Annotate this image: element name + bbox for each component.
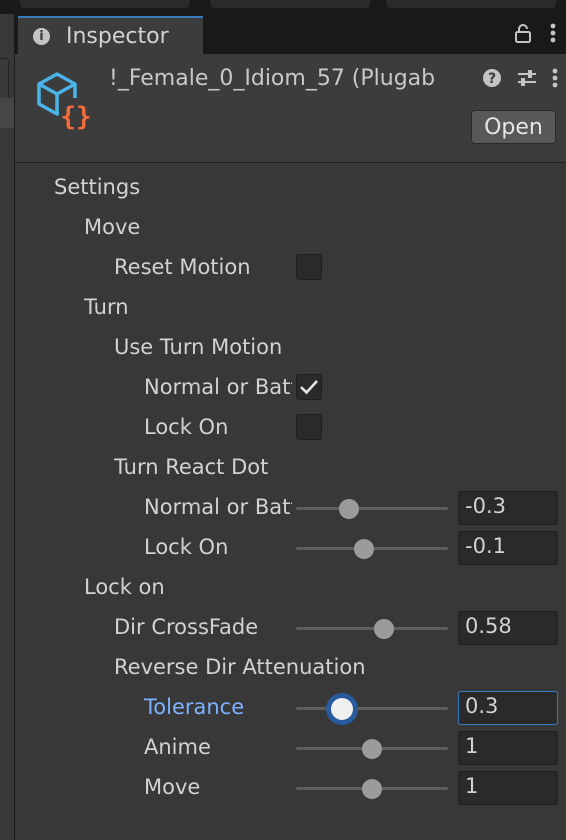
use-turn-motion-foldout[interactable]: Use Turn Motion: [15, 329, 566, 369]
react-dot-lock-on-slider-thumb[interactable]: [354, 539, 375, 559]
dir-crossfade-label: Dir CrossFade: [114, 615, 259, 639]
anime-slider-thumb[interactable]: [362, 739, 382, 759]
tolerance-slider-thumb[interactable]: [330, 698, 353, 720]
checkmark-icon: [300, 380, 318, 395]
kebab-menu-icon[interactable]: [550, 23, 556, 48]
reset-motion-label: Reset Motion: [114, 255, 251, 279]
turn-label: Turn: [84, 295, 129, 319]
turn-foldout[interactable]: Turn: [15, 289, 566, 329]
turn-motion-lock-on-row: Lock On: [15, 409, 566, 449]
turn-motion-normal-or-battle-label: Normal or Battle: [144, 375, 292, 399]
attenuation-move-label: Move: [144, 775, 201, 799]
tab-inspector-label: Inspector: [66, 24, 169, 49]
svg-text:?: ?: [488, 71, 496, 87]
react-dot-lock-on-field[interactable]: -0.1: [458, 531, 558, 565]
open-button[interactable]: Open: [471, 110, 556, 144]
anime-row: Anime 1: [15, 729, 566, 769]
adjacent-panel-edge: [0, 14, 15, 840]
react-dot-normal-or-battle-slider-thumb[interactable]: [339, 499, 360, 519]
turn-motion-lock-on-checkbox[interactable]: [296, 414, 322, 440]
tolerance-row: Tolerance 0.3: [15, 689, 566, 729]
help-icon[interactable]: ?: [482, 68, 502, 93]
scriptable-object-icon: {}: [33, 70, 93, 132]
move-label: Move: [84, 215, 141, 239]
asset-name: !_Female_0_Idiom_57 (Plugab: [109, 66, 436, 91]
react-dot-normal-or-battle-field[interactable]: -0.3: [458, 491, 558, 525]
top-tab-fragment: [386, 0, 556, 8]
turn-react-dot-foldout[interactable]: Turn React Dot: [15, 449, 566, 489]
attenuation-move-field[interactable]: 1: [458, 771, 558, 805]
window-top-strip: [0, 0, 566, 14]
adjacent-panel-field: [0, 58, 9, 100]
anime-slider-track[interactable]: [296, 739, 448, 759]
dir-crossfade-row: Dir CrossFade 0.58: [15, 609, 566, 649]
anime-field[interactable]: 1: [458, 731, 558, 765]
lock-on-label: Lock on: [84, 575, 165, 599]
top-tab-fragment: [210, 0, 370, 8]
reverse-dir-attenuation-foldout[interactable]: Reverse Dir Attenuation: [15, 649, 566, 689]
react-dot-lock-on-row: Lock On -0.1: [15, 529, 566, 569]
presets-icon[interactable]: [516, 68, 538, 93]
adjacent-panel-selection: [0, 98, 14, 128]
turn-react-dot-label: Turn React Dot: [114, 455, 269, 479]
tolerance-slider-track[interactable]: [296, 698, 448, 720]
react-dot-lock-on-label: Lock On: [144, 535, 229, 559]
tolerance-label: Tolerance: [144, 695, 245, 719]
attenuation-move-slider-track[interactable]: [296, 779, 448, 799]
react-dot-normal-or-battle-slider-track[interactable]: [296, 499, 448, 519]
lock-on-foldout[interactable]: Lock on: [15, 569, 566, 609]
turn-motion-normal-or-battle-row: Normal or Battle: [15, 369, 566, 409]
info-icon: i: [33, 28, 50, 45]
attenuation-move-row: Move 1: [15, 769, 566, 809]
attenuation-move-slider-thumb[interactable]: [362, 779, 382, 799]
reset-motion-row: Reset Motion: [15, 249, 566, 289]
tolerance-field[interactable]: 0.3: [458, 691, 558, 725]
top-tab-fragment: [20, 0, 190, 8]
dir-crossfade-slider-track[interactable]: [296, 619, 448, 639]
tab-inspector[interactable]: i Inspector: [18, 16, 203, 54]
tab-bar: i Inspector: [15, 14, 566, 54]
settings-foldout[interactable]: Settings: [15, 169, 566, 209]
use-turn-motion-label: Use Turn Motion: [114, 335, 283, 359]
inspector-content: Settings Move Reset Motion Turn Use Turn…: [15, 163, 566, 840]
reverse-dir-attenuation-label: Reverse Dir Attenuation: [114, 655, 366, 679]
lock-icon[interactable]: [514, 23, 532, 48]
anime-label: Anime: [144, 735, 211, 759]
react-dot-normal-or-battle-label: Normal or Battle: [144, 495, 292, 519]
turn-motion-normal-or-battle-checkbox[interactable]: [296, 374, 322, 400]
reset-motion-checkbox[interactable]: [296, 254, 322, 280]
settings-label: Settings: [54, 175, 141, 199]
react-dot-normal-or-battle-row: Normal or Battle -0.3: [15, 489, 566, 529]
react-dot-lock-on-slider-track[interactable]: [296, 539, 448, 559]
svg-text:{}: {}: [60, 102, 91, 130]
turn-motion-lock-on-label: Lock On: [144, 415, 229, 439]
move-foldout[interactable]: Move: [15, 209, 566, 249]
inspector-header: {} !_Female_0_Idiom_57 (Plugab ? Open: [15, 54, 566, 163]
dir-crossfade-slider-thumb[interactable]: [374, 619, 395, 639]
dir-crossfade-field[interactable]: 0.58: [458, 611, 558, 645]
kebab-menu-icon[interactable]: [552, 68, 558, 93]
